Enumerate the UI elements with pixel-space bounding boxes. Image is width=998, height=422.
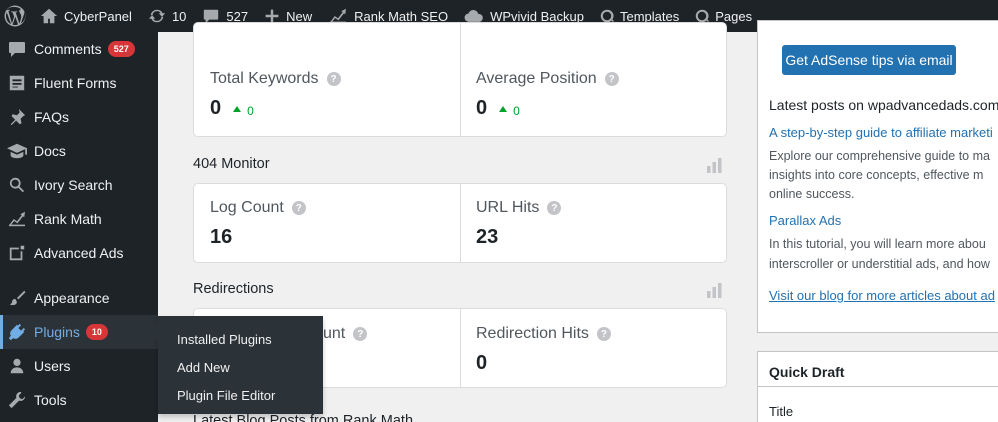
average-position-stat: Average Position? 00	[476, 70, 619, 120]
help-icon[interactable]: ?	[291, 201, 306, 215]
post2-excerpt-line: In this tutorial, you will learn more ab…	[769, 237, 986, 251]
bar-chart-icon[interactable]	[707, 158, 722, 173]
total-keywords-label: Total Keywords	[210, 70, 319, 87]
sidebar-item-appearance[interactable]: Appearance	[0, 281, 158, 315]
adsense-tips-button[interactable]: Get AdSense tips via email	[782, 45, 956, 75]
post1-excerpt-line: online success.	[769, 187, 855, 201]
submenu-add-new[interactable]: Add New	[158, 354, 323, 382]
latest-posts-heading: Latest posts on wpadvancedads.com	[769, 97, 998, 113]
redirection-hits-stat: Redirection Hits? 0	[476, 325, 611, 375]
form-icon	[0, 74, 34, 92]
admin-sidebar: Comments 527 Fluent Forms FAQs Docs Ivor…	[0, 32, 158, 422]
sidebar-item-comments[interactable]: Comments 527	[0, 32, 158, 66]
url-hits-stat: URL Hits? 23	[476, 199, 562, 249]
monitor-404-title: 404 Monitor	[193, 156, 270, 172]
sidebar-item-plugins[interactable]: Plugins 10	[0, 315, 158, 349]
url-hits-value: 23	[476, 226, 499, 248]
quick-draft-title-label: Title	[769, 404, 794, 419]
comments-badge: 527	[107, 41, 135, 57]
help-icon[interactable]: ?	[596, 327, 611, 341]
paintbrush-icon	[0, 289, 34, 307]
help-icon[interactable]: ?	[547, 201, 562, 215]
sidebar-item-users[interactable]: Users	[0, 349, 158, 383]
redirection-hits-value: 0	[476, 352, 488, 374]
log-count-label: Log Count	[210, 199, 284, 216]
sidebar-item-label: Appearance	[34, 290, 110, 306]
log-count-stat: Log Count? 16	[210, 199, 306, 249]
total-keywords-stat: Total Keywords? 00	[210, 70, 341, 120]
wordpress-logo-menu[interactable]	[0, 0, 32, 32]
quick-draft-box	[757, 351, 998, 422]
help-icon[interactable]: ?	[353, 327, 368, 341]
sidebar-item-ivory-search[interactable]: Ivory Search	[0, 168, 158, 202]
average-position-label: Average Position	[476, 70, 597, 87]
sidebar-item-label: Fluent Forms	[34, 75, 117, 91]
average-position-delta: 0	[499, 104, 520, 118]
advanced-ads-icon	[0, 244, 34, 262]
blog-articles-link[interactable]: Visit our blog for more articles about a…	[769, 288, 998, 303]
wordpress-logo-icon	[4, 5, 26, 27]
wrench-icon	[0, 391, 34, 409]
graduation-cap-icon	[0, 142, 34, 160]
total-keywords-delta: 0	[233, 104, 254, 118]
post1-link[interactable]: A step-by-step guide to affiliate market…	[769, 125, 998, 140]
updates-icon	[148, 9, 166, 23]
sidebar-item-fluent-forms[interactable]: Fluent Forms	[0, 66, 158, 100]
site-name-menu[interactable]: CyberPanel	[32, 0, 140, 32]
pin-icon	[0, 108, 34, 126]
quick-draft-title: Quick Draft	[769, 364, 845, 380]
log-count-value: 16	[210, 226, 233, 248]
users-icon	[0, 357, 34, 375]
sidebar-item-faqs[interactable]: FAQs	[0, 100, 158, 134]
sidebar-item-label: Comments	[34, 41, 102, 57]
sidebar-item-label: Docs	[34, 143, 66, 159]
plugin-icon	[0, 323, 34, 341]
sidebar-item-label: Rank Math	[34, 211, 102, 227]
trend-up-icon	[499, 106, 508, 112]
trend-up-icon	[233, 106, 242, 112]
sidebar-item-label: Tools	[34, 392, 67, 408]
redirection-count-label: unt	[323, 325, 346, 342]
sidebar-item-label: Users	[34, 358, 71, 374]
pages-icon	[695, 9, 710, 23]
post1-excerpt-line: Explore our comprehensive guide to ma	[769, 149, 990, 163]
sidebar-item-label: Plugins	[34, 324, 80, 340]
plugins-badge: 10	[85, 324, 108, 340]
submenu-plugin-file-editor[interactable]: Plugin File Editor	[158, 382, 323, 410]
help-icon[interactable]: ?	[604, 72, 619, 86]
sidebar-item-docs[interactable]: Docs	[0, 134, 158, 168]
help-icon[interactable]: ?	[326, 72, 341, 86]
updates-count: 10	[171, 8, 187, 24]
home-icon	[40, 8, 58, 24]
sidebar-item-label: FAQs	[34, 109, 70, 125]
search-icon	[0, 176, 34, 194]
redirection-hits-label: Redirection Hits	[476, 325, 589, 342]
url-hits-label: URL Hits	[476, 199, 540, 216]
plugins-submenu: Installed Plugins Add New Plugin File Ed…	[150, 316, 323, 414]
site-name: CyberPanel	[64, 8, 132, 24]
sidebar-item-label: Ivory Search	[34, 177, 113, 193]
post2-link[interactable]: Parallax Ads	[769, 213, 998, 228]
post2-excerpt-line: interscroller or understitial ads, and h…	[769, 257, 990, 271]
average-position-value: 0	[476, 97, 488, 119]
bar-chart-icon[interactable]	[707, 283, 722, 298]
sidebar-item-label: Advanced Ads	[34, 245, 124, 261]
submenu-installed-plugins[interactable]: Installed Plugins	[158, 326, 323, 354]
sidebar-item-advanced-ads[interactable]: Advanced Ads	[0, 236, 158, 270]
total-keywords-value: 0	[210, 97, 222, 119]
post1-excerpt-line: insights into core concepts, effective m	[769, 168, 984, 182]
blog-posts-title: Latest Blog Posts from Rank Math	[193, 413, 414, 422]
updates-menu[interactable]: 10	[140, 0, 194, 32]
sidebar-item-rank-math[interactable]: Rank Math	[0, 202, 158, 236]
sidebar-item-tools[interactable]: Tools	[0, 383, 158, 417]
templates-icon	[600, 9, 614, 23]
redirection-count-stat: unt?	[323, 325, 368, 343]
rank-math-icon	[0, 211, 34, 227]
comment-bubble-icon	[0, 39, 34, 59]
redirections-title: Redirections	[193, 281, 274, 297]
